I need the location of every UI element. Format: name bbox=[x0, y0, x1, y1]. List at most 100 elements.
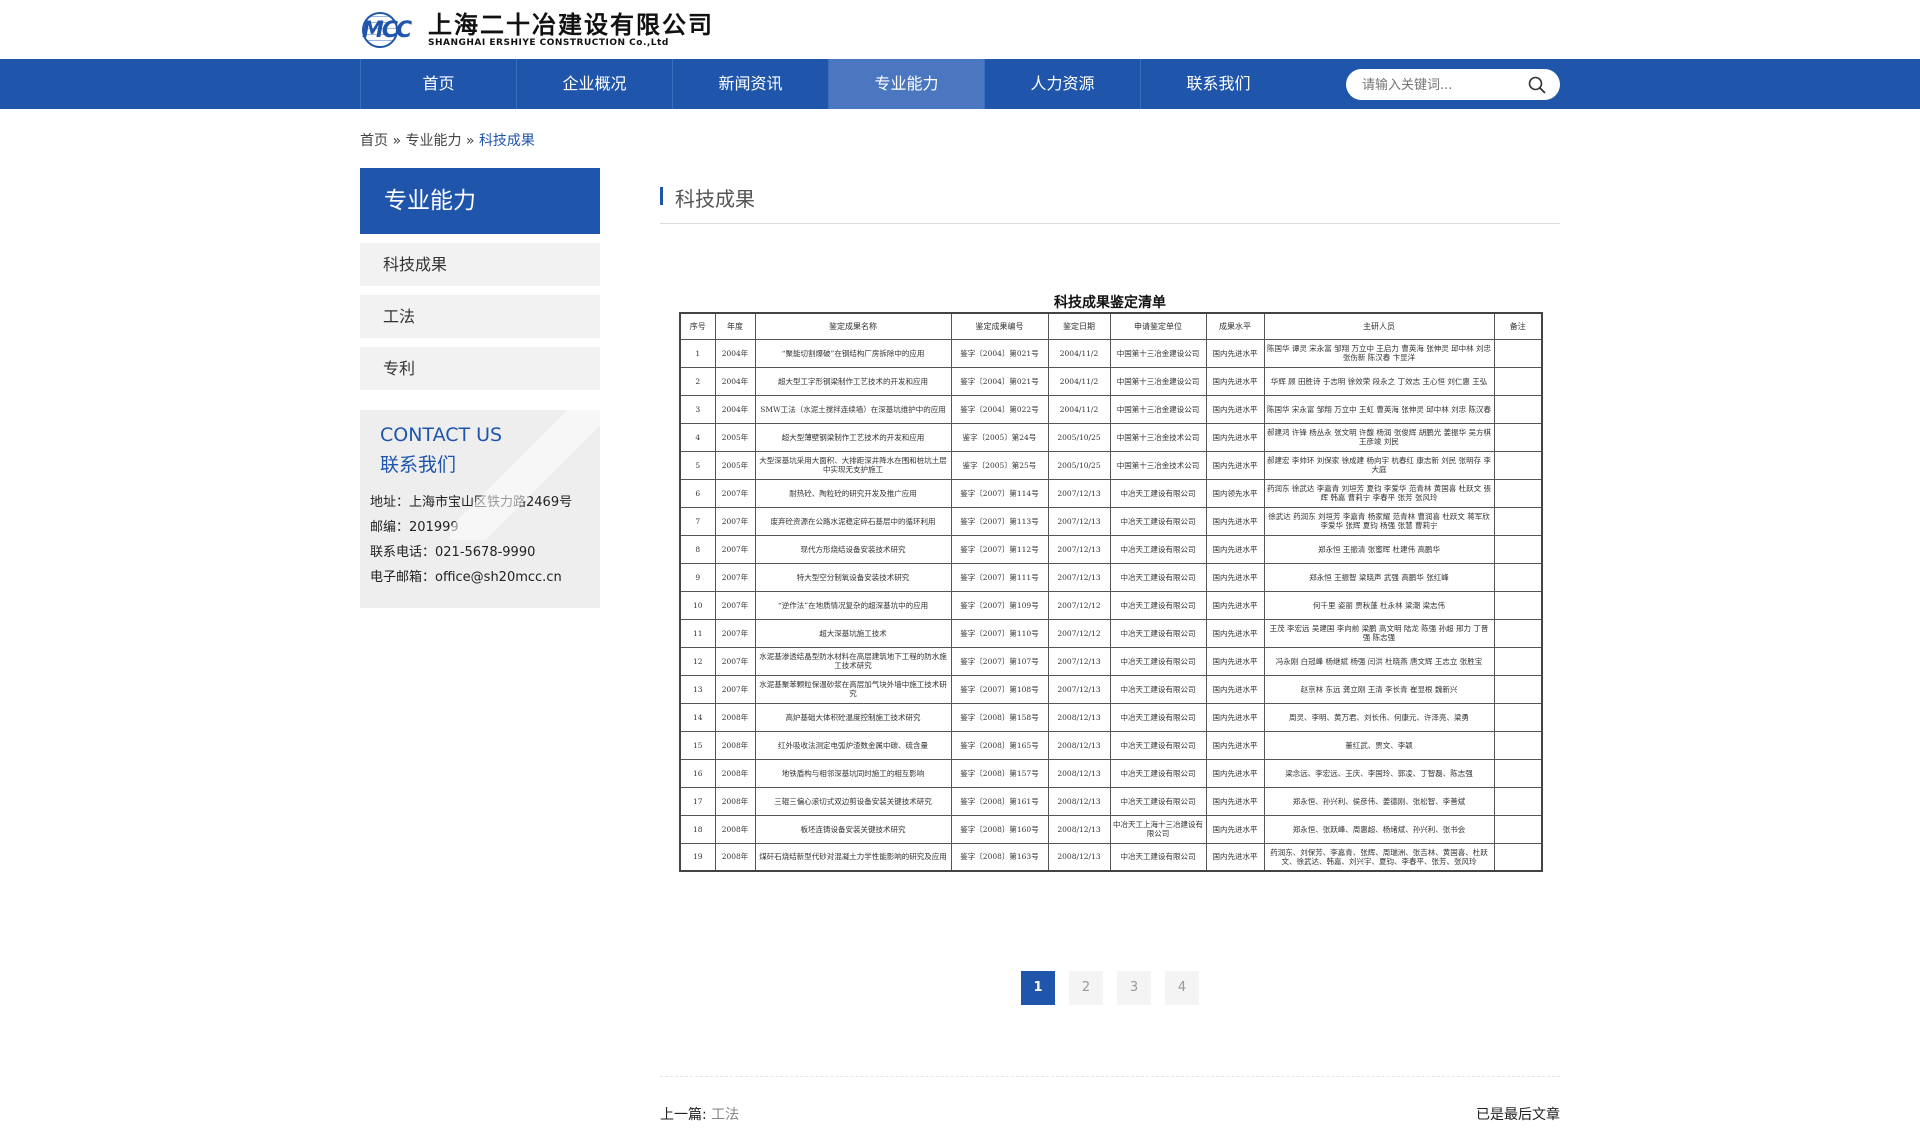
company-logo[interactable]: MCC 上海二十冶建设有限公司 SHANGHAI ERSHIYE CONSTRU… bbox=[360, 10, 714, 50]
table-cell: 郑永恒 王振智 梁晓声 武强 高鹏华 张红峰 bbox=[1263, 562, 1495, 592]
table-cell: 国内先进水平 bbox=[1205, 394, 1265, 424]
table-cell bbox=[1493, 786, 1543, 816]
table-cell: 2008年 bbox=[714, 786, 756, 816]
breadcrumb-current[interactable]: 科技成果 bbox=[479, 133, 535, 149]
table-cell bbox=[1493, 618, 1543, 648]
table-cell: 鉴字〔2007〕第108号 bbox=[950, 674, 1049, 704]
contact-phone: 联系电话：021-5678-9990 bbox=[370, 545, 536, 560]
table-cell bbox=[1493, 842, 1543, 872]
table-cell: 郑永恒 王振清 张蜜晖 杜建伟 高鹏华 bbox=[1263, 534, 1495, 564]
table-row: 18 2008年 板坯连铸设备安装关键技术研究 鉴字〔2008〕第160号 2008/1… bbox=[679, 814, 1543, 844]
table-cell: 鉴字〔2004〕第022号 bbox=[950, 394, 1049, 424]
table-cell: 8 bbox=[679, 534, 716, 564]
prev-article: 上一篇: 工法 bbox=[660, 1104, 739, 1124]
sidebar-item-methods[interactable]: 工法 bbox=[360, 295, 600, 338]
table-header-cell: 鉴定日期 bbox=[1047, 312, 1111, 340]
table-cell: 国内先进水平 bbox=[1205, 674, 1265, 704]
table-cell: “逆作法”在地质情况复杂的超深基坑中的应用 bbox=[754, 590, 952, 620]
table-cell: 2007年 bbox=[714, 534, 756, 564]
breadcrumb-section[interactable]: 专业能力 bbox=[405, 133, 461, 149]
table-cell: 中国第十三冶金建设公司 bbox=[1109, 394, 1207, 424]
table-cell: 2008年 bbox=[714, 842, 756, 872]
table-cell: 12 bbox=[679, 646, 716, 676]
table-row: 3 2004年 SMW工法（水泥土搅拌连续墙）在深基坑维护中的应用 鉴字〔2004〕第… bbox=[679, 394, 1543, 424]
nav-item-contact[interactable]: 联系我们 bbox=[1140, 59, 1296, 109]
main-nav: 首页 企业概况 新闻资讯 专业能力 人力资源 联系我们 bbox=[0, 59, 1920, 109]
table-cell bbox=[1493, 730, 1543, 760]
table-cell: 2008/12/13 bbox=[1047, 730, 1111, 760]
table-cell: 2007年 bbox=[714, 506, 756, 536]
sidebar: 专业能力 科技成果 工法 专利 CONTACT US 联系我们 地址：上海市宝山… bbox=[360, 168, 600, 608]
table-cell: 鉴字〔2007〕第113号 bbox=[950, 506, 1049, 536]
table-row: 16 2008年 地铁盾构与相邻深基坑同时施工的相互影响 鉴字〔2008〕第157号 2… bbox=[679, 758, 1543, 788]
table-cell: 国内先进水平 bbox=[1205, 590, 1265, 620]
table-cell bbox=[1493, 702, 1543, 732]
table-cell: 赵京林 东远 龚立刚 王清 李长青 崔显根 魏新兴 bbox=[1263, 674, 1495, 704]
search-box bbox=[1346, 69, 1560, 100]
table-cell: 水泥基聚苯颗粒保温砂浆在高层加气块外墙中施工技术研究 bbox=[754, 674, 952, 704]
table-cell: 17 bbox=[679, 786, 716, 816]
table-cell: 鉴字〔2004〕第021号 bbox=[950, 338, 1049, 368]
table-cell: 中冶天工上海十三冶建设有限公司 bbox=[1109, 814, 1207, 844]
table-cell: 19 bbox=[679, 842, 716, 872]
table-cell: 华辉 顾 田胜诗 于志明 徐效荣 段永之 丁效志 王心恒 刘仁惠 王弘 bbox=[1263, 366, 1495, 396]
table-cell: 中冶天工建设有限公司 bbox=[1109, 730, 1207, 760]
table-cell: 6 bbox=[679, 478, 716, 508]
contact-postcode: 邮编：201999 bbox=[370, 520, 459, 535]
contact-email: 电子邮箱：office@sh20mcc.cn bbox=[370, 570, 562, 585]
header: MCC 上海二十冶建设有限公司 SHANGHAI ERSHIYE CONSTRU… bbox=[0, 0, 1920, 59]
table-cell: 中冶天工建设有限公司 bbox=[1109, 758, 1207, 788]
table-cell: 徐武达 药润东 刘垣芳 李嘉青 杨家耀 范青林 曹润喜 杜跃文 蒋军欣 李爱华 … bbox=[1263, 506, 1495, 536]
sidebar-item-patents[interactable]: 专利 bbox=[360, 347, 600, 390]
table-cell: 2004年 bbox=[714, 366, 756, 396]
nav-item-news[interactable]: 新闻资讯 bbox=[672, 59, 828, 109]
contact-box: CONTACT US 联系我们 地址：上海市宝山区铁力路2469号 邮编：201… bbox=[360, 410, 600, 608]
table-cell: 现代方形烧结设备安装技术研究 bbox=[754, 534, 952, 564]
table-cell: 周灵、李明、黄万君、刘长伟、何康元、许泽亮、梁勇 bbox=[1263, 702, 1495, 732]
table-cell: 3 bbox=[679, 394, 716, 424]
table-cell: 鉴字〔2004〕第021号 bbox=[950, 366, 1049, 396]
results-table: 序号 年度 鉴定成果名称 鉴定成果编号 鉴定日期 申请鉴定单位 成果水平 主研人员 备注 1 20… bbox=[679, 312, 1543, 872]
table-row: 19 2008年 煤矸石烧结新型代砂对混凝土力学性能影响的研究及应用 鉴字〔2008〕… bbox=[679, 842, 1543, 872]
page-button-4[interactable]: 4 bbox=[1165, 971, 1199, 1005]
breadcrumb: 首页 » 专业能力 » 科技成果 bbox=[360, 130, 535, 150]
search-input[interactable] bbox=[1362, 75, 1522, 95]
breadcrumb-home[interactable]: 首页 bbox=[360, 133, 388, 149]
table-cell bbox=[1493, 814, 1543, 844]
table-cell: 鉴字〔2007〕第110号 bbox=[950, 618, 1049, 648]
table-cell: 2007年 bbox=[714, 646, 756, 676]
table-cell: 鉴字〔2008〕第161号 bbox=[950, 786, 1049, 816]
table-cell: 水泥基渗透结晶型防水材料在高层建筑地下工程的防水施工技术研究 bbox=[754, 646, 952, 676]
table-cell: 2007/12/13 bbox=[1047, 534, 1111, 564]
sidebar-item-tech-results[interactable]: 科技成果 bbox=[360, 243, 600, 286]
page-button-1[interactable]: 1 bbox=[1021, 971, 1055, 1005]
table-cell: 国内先进水平 bbox=[1205, 730, 1265, 760]
table-cell: 2005/10/25 bbox=[1047, 422, 1111, 452]
table-cell: 陈国华 宋永富 邹翔 万立中 王虹 曹英海 张伸灵 邱中林 刘忠 陈汉春 bbox=[1263, 394, 1495, 424]
table-cell: 2008/12/13 bbox=[1047, 702, 1111, 732]
divider bbox=[660, 1076, 1560, 1077]
prev-article-link[interactable]: 工法 bbox=[711, 1107, 739, 1123]
page-button-2[interactable]: 2 bbox=[1069, 971, 1103, 1005]
table-cell: 2007/12/13 bbox=[1047, 646, 1111, 676]
table-cell: 鉴字〔2008〕第165号 bbox=[950, 730, 1049, 760]
table-row: 2 2004年 超大型工字形钢梁制作工艺技术的开发和应用 鉴字〔2004〕第021号 2… bbox=[679, 366, 1543, 396]
table-cell: 鉴字〔2007〕第112号 bbox=[950, 534, 1049, 564]
nav-item-home[interactable]: 首页 bbox=[360, 59, 516, 109]
table-cell: 国内先进水平 bbox=[1205, 758, 1265, 788]
table-cell bbox=[1493, 450, 1543, 480]
table-cell: 2005/10/25 bbox=[1047, 450, 1111, 480]
nav-item-about[interactable]: 企业概况 bbox=[516, 59, 672, 109]
table-cell: 梁念远、李宏远、王庆、李国玲、郭凌、丁智磊、陈志强 bbox=[1263, 758, 1495, 788]
table-cell: 中冶天工建设有限公司 bbox=[1109, 786, 1207, 816]
table-cell: 14 bbox=[679, 702, 716, 732]
sidebar-title: 专业能力 bbox=[360, 168, 600, 234]
nav-item-capability[interactable]: 专业能力 bbox=[828, 59, 984, 109]
table-cell: 鉴字〔2007〕第111号 bbox=[950, 562, 1049, 592]
page-button-3[interactable]: 3 bbox=[1117, 971, 1151, 1005]
table-cell: 国内先进水平 bbox=[1205, 338, 1265, 368]
nav-item-hr[interactable]: 人力资源 bbox=[984, 59, 1140, 109]
table-cell: 国内领先水平 bbox=[1205, 478, 1265, 508]
prev-label: 上一篇: bbox=[660, 1107, 707, 1123]
search-icon[interactable] bbox=[1528, 76, 1546, 94]
